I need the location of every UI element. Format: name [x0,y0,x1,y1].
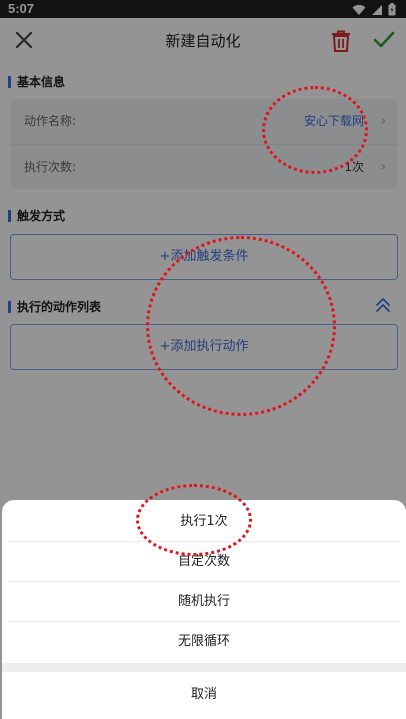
option-execute-once[interactable]: 执行1次 [2,502,406,542]
cancel-button[interactable]: 取消 [2,675,406,715]
exec-count-bottom-sheet: 执行1次 自定次数 随机执行 无限循环 取消 [2,500,406,719]
option-infinite-loop[interactable]: 无限循环 [2,622,406,662]
option-custom-count[interactable]: 自定次数 [2,542,406,582]
sheet-separator [2,663,406,672]
option-random[interactable]: 随机执行 [2,582,406,622]
